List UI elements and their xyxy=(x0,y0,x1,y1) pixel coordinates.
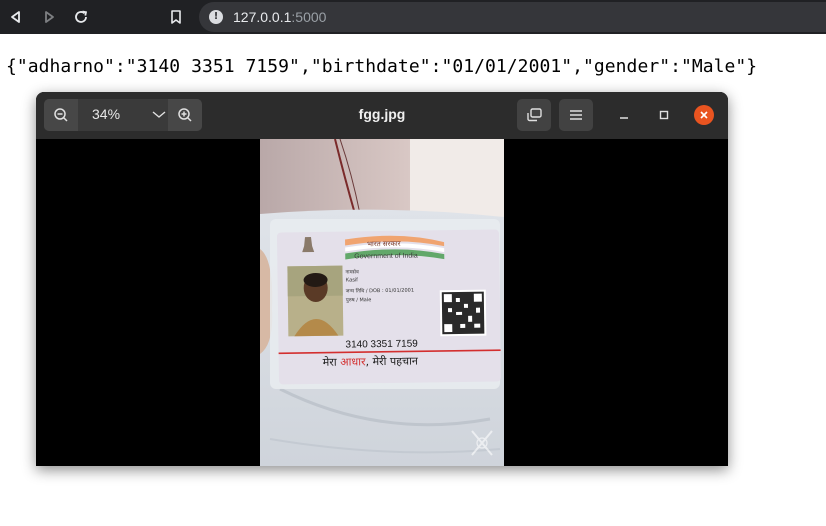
hamburger-menu-icon xyxy=(570,110,582,120)
card-dob: जन्म तिथि / DOB : 01/01/2001 xyxy=(346,287,414,295)
forward-button[interactable] xyxy=(37,5,61,29)
site-info-icon[interactable]: ! xyxy=(209,10,223,24)
image-viewer-window: 34% fgg.jpg भारत सरकार Government of Ind… xyxy=(36,92,728,466)
card-gender: पुरुष / Male xyxy=(346,297,372,303)
card-header-hindi: भारत सरकार xyxy=(367,240,401,248)
id-card-photo: भारत सरकार Government of India नामसेव Ka… xyxy=(260,139,504,466)
url-port: :5000 xyxy=(291,9,327,25)
close-button[interactable] xyxy=(694,105,714,125)
displayed-photo: भारत सरकार Government of India नामसेव Ka… xyxy=(260,139,504,466)
minimize-icon xyxy=(620,117,628,119)
reload-button[interactable] xyxy=(69,5,93,29)
menu-button[interactable] xyxy=(559,99,593,131)
rotate-button[interactable] xyxy=(517,99,551,131)
slogan-part-1: मेरा xyxy=(323,356,341,369)
qr-code xyxy=(439,289,487,337)
card-header-english: Government of India xyxy=(354,253,418,261)
bookmark-icon xyxy=(171,10,181,24)
maximize-button[interactable] xyxy=(655,106,673,124)
slogan-part-2: , मेरी पहचान xyxy=(365,355,419,369)
close-icon xyxy=(700,111,708,119)
url-text: 127.0.0.1:5000 xyxy=(233,9,326,25)
url-host: 127.0.0.1 xyxy=(233,9,292,25)
card-name-label: नामसेव xyxy=(345,268,359,275)
maximize-icon xyxy=(659,110,669,120)
rotate-icon xyxy=(527,108,542,122)
slogan-highlight: आधार xyxy=(340,355,366,368)
forward-arrow-icon xyxy=(45,11,54,23)
viewer-header-bar: 34% fgg.jpg xyxy=(36,92,728,139)
back-button[interactable] xyxy=(4,5,28,29)
card-name: Kasif xyxy=(346,277,359,283)
json-response-text: {"adharno":"3140 3351 7159","birthdate":… xyxy=(6,56,758,77)
minimize-button[interactable] xyxy=(615,106,633,124)
back-arrow-icon xyxy=(11,11,20,23)
address-bar[interactable]: ! 127.0.0.1:5000 xyxy=(199,2,826,32)
browser-toolbar: ! 127.0.0.1:5000 xyxy=(0,0,826,34)
card-number: 3140 3351 7159 xyxy=(345,339,418,351)
reload-icon xyxy=(75,10,88,23)
bookmark-button[interactable] xyxy=(164,5,188,29)
card-slogan: मेरा आधार, मेरी पहचान xyxy=(323,355,419,369)
